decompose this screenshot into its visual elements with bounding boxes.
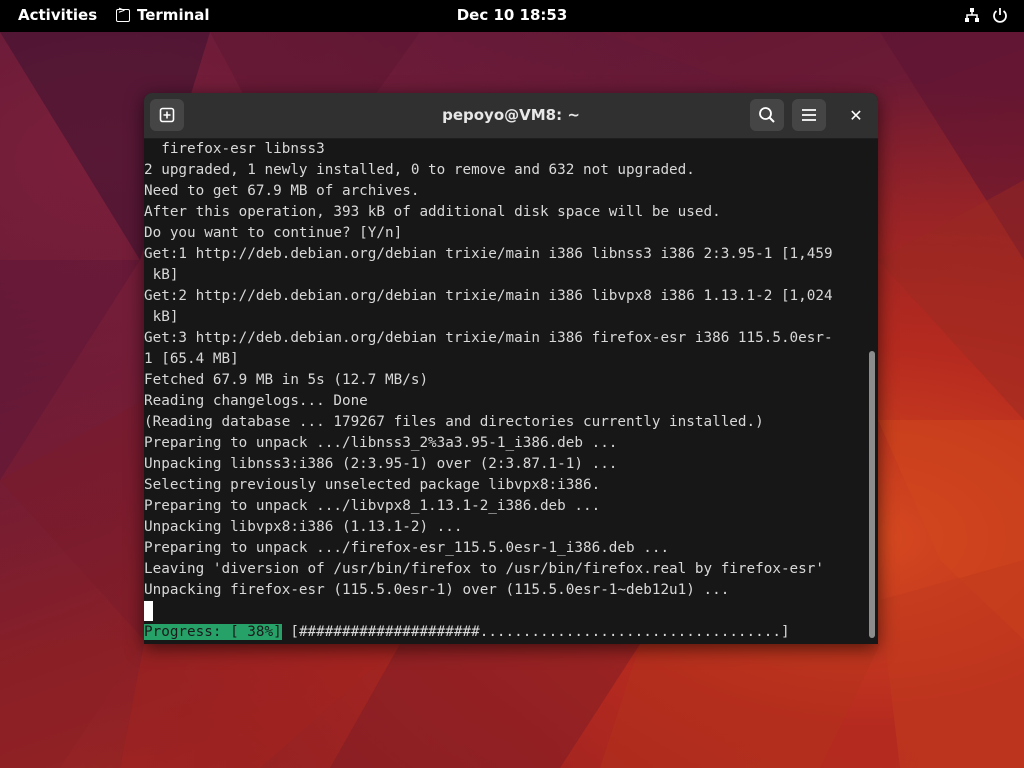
search-icon: [759, 107, 775, 123]
terminal-line: Preparing to unpack .../libnss3_2%3a3.95…: [144, 435, 618, 451]
terminal-line: Need to get 67.9 MB of archives.: [144, 183, 420, 199]
power-icon[interactable]: [992, 7, 1008, 23]
terminal-line: Fetched 67.9 MB in 5s (12.7 MB/s): [144, 372, 429, 388]
terminal-line: Preparing to unpack .../libvpx8_1.13.1-2…: [144, 498, 601, 514]
close-button[interactable]: ✕: [840, 99, 872, 131]
top-bar: Activities Terminal Dec 10 18:53: [0, 0, 1024, 32]
terminal-line: After this operation, 393 kB of addition…: [144, 204, 721, 220]
terminal-line: Unpacking libnss3:i386 (2:3.95-1) over (…: [144, 456, 618, 472]
text-cursor: [144, 601, 153, 621]
title-bar[interactable]: pepoyo@VM8: ~ ✕: [144, 93, 878, 139]
terminal-line: Reading changelogs... Done: [144, 393, 368, 409]
search-button[interactable]: [750, 99, 784, 131]
terminal-line: Preparing to unpack .../firefox-esr_115.…: [144, 540, 670, 556]
clock[interactable]: Dec 10 18:53: [0, 6, 1024, 24]
terminal-line: Get:1 http://deb.debian.org/debian trixi…: [144, 246, 833, 262]
scrollbar-thumb[interactable]: [869, 351, 875, 638]
hamburger-menu-icon: [802, 109, 816, 121]
main-menu-button[interactable]: [792, 99, 826, 131]
cursor-line: [144, 601, 864, 622]
terminal-output[interactable]: firefox-esr libnss3 2 upgraded, 1 newly …: [144, 139, 864, 644]
terminal-line: (Reading database ... 179267 files and d…: [144, 414, 764, 430]
terminal-line: 2 upgraded, 1 newly installed, 0 to remo…: [144, 162, 695, 178]
network-icon[interactable]: [964, 7, 980, 23]
terminal-line: kB]: [144, 267, 179, 283]
progress-label: Progress: [ 38%]: [144, 624, 282, 640]
terminal-window[interactable]: pepoyo@VM8: ~ ✕ firefox-esr libnss3 2 up…: [144, 93, 878, 644]
system-tray[interactable]: [964, 7, 1008, 23]
progress-bar: [#####################..................…: [281, 624, 790, 640]
terminal-line: Leaving 'diversion of /usr/bin/firefox t…: [144, 561, 824, 577]
terminal-line: Selecting previously unselected package …: [144, 477, 601, 493]
terminal-line: firefox-esr libnss3: [144, 141, 325, 157]
terminal-line: Unpacking firefox-esr (115.5.0esr-1) ove…: [144, 582, 730, 598]
terminal-line: Get:3 http://deb.debian.org/debian trixi…: [144, 330, 833, 346]
close-icon: ✕: [849, 105, 863, 125]
terminal-line: Do you want to continue? [Y/n]: [144, 225, 403, 241]
terminal-line: Unpacking libvpx8:i386 (1.13.1-2) ...: [144, 519, 463, 535]
progress-line: Progress: [ 38%] [#####################.…: [144, 622, 864, 643]
terminal-line: Get:2 http://deb.debian.org/debian trixi…: [144, 288, 833, 304]
terminal-line: kB]: [144, 309, 179, 325]
terminal-line: 1 [65.4 MB]: [144, 351, 239, 367]
